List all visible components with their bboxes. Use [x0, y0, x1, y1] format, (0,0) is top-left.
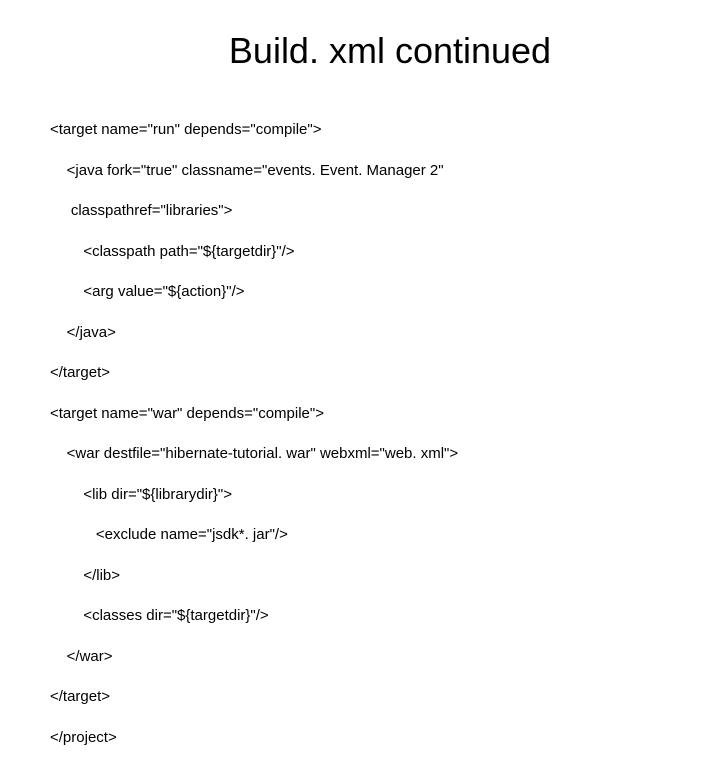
- code-line: </target>: [50, 363, 670, 383]
- code-line: classpathref="libraries">: [50, 201, 670, 221]
- code-block: <target name="run" depends="compile"> <j…: [50, 100, 670, 768]
- code-line: <war destfile="hibernate-tutorial. war" …: [50, 444, 670, 464]
- code-line: </java>: [50, 323, 670, 343]
- code-line: </project>: [50, 728, 670, 748]
- code-line: <classes dir="${targetdir}"/>: [50, 606, 670, 626]
- code-line: <classpath path="${targetdir}"/>: [50, 242, 670, 262]
- code-line: <target name="war" depends="compile">: [50, 404, 670, 424]
- code-line: </war>: [50, 647, 670, 667]
- slide-title: Build. xml continued: [50, 30, 670, 72]
- code-line: <lib dir="${librarydir}">: [50, 485, 670, 505]
- code-line: <exclude name="jsdk*. jar"/>: [50, 525, 670, 545]
- code-line: </target>: [50, 687, 670, 707]
- code-line: <arg value="${action}"/>: [50, 282, 670, 302]
- code-line: <java fork="true" classname="events. Eve…: [50, 161, 670, 181]
- code-line: <target name="run" depends="compile">: [50, 120, 670, 140]
- code-line: </lib>: [50, 566, 670, 586]
